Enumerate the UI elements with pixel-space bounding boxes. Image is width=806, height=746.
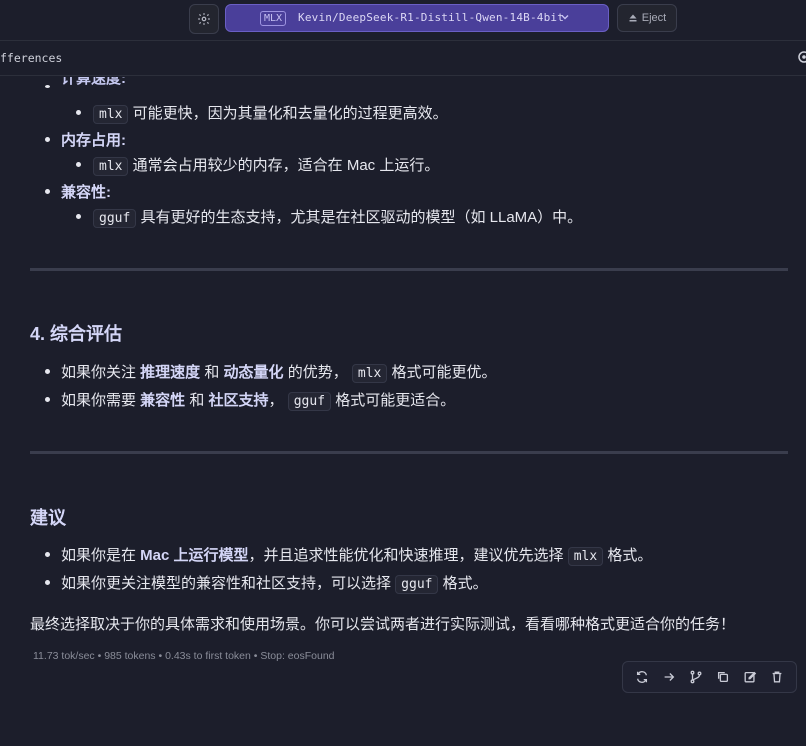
eject-label: Eject <box>641 12 667 24</box>
conclusion-text: 最终选择取决于你的具体需求和使用场景。你可以尝试两者进行实际测试，看看哪种格式更… <box>30 616 736 633</box>
edit-button[interactable] <box>740 667 760 687</box>
bullet <box>45 85 50 88</box>
settings-icon[interactable] <box>797 50 806 64</box>
bullet <box>45 369 50 374</box>
bullet <box>45 397 50 402</box>
clipped-heading: 计算速度: <box>61 77 126 87</box>
sub-bar: fferences <box>0 40 806 76</box>
list-item: mlx 可能更快，因为其量化和去量化的过程更高效。 <box>93 102 448 124</box>
inline-code: gguf <box>395 575 439 594</box>
list-item-label: 内存占用: <box>61 132 126 149</box>
list-item: 如果你关注 推理速度 和 动态量化 的优势， mlx 格式可能更优。 <box>61 364 497 383</box>
gear-icon <box>198 13 210 25</box>
bullet <box>45 189 50 194</box>
edit-icon <box>744 671 756 683</box>
model-name: Kevin/DeepSeek-R1-Distill-Qwen-14B-4bit <box>298 11 565 24</box>
bullet <box>45 552 50 557</box>
bullet <box>45 580 50 585</box>
divider <box>30 268 788 271</box>
regenerate-button[interactable] <box>632 667 652 687</box>
branch-button[interactable] <box>686 667 706 687</box>
eject-icon <box>629 14 637 22</box>
bullet <box>45 137 50 142</box>
inline-code: mlx <box>351 364 388 383</box>
settings-button[interactable] <box>189 4 219 34</box>
chevron-down-icon <box>561 15 569 20</box>
copy-icon <box>717 671 728 683</box>
list-item-label: 兼容性: <box>61 184 111 201</box>
top-bar: MLX Kevin/DeepSeek-R1-Distill-Qwen-14B-4… <box>0 0 806 40</box>
divider <box>30 451 788 454</box>
continue-button[interactable] <box>659 667 679 687</box>
generation-stats: 11.73 tok/sec • 985 tokens • 0.43s to fi… <box>33 650 335 662</box>
preferences-tab[interactable]: fferences <box>0 51 62 65</box>
list-item: gguf 具有更好的生态支持，尤其是在社区驱动的模型（如 LLaMA）中。 <box>93 206 582 228</box>
inline-code: mlx <box>93 157 129 176</box>
list-item: 如果你是在 Mac 上运行模型，并且追求性能优化和快速推理，建议优先选择 mlx… <box>61 547 653 566</box>
arrow-right-icon <box>664 673 675 681</box>
refresh-icon <box>637 671 648 683</box>
bullet <box>76 162 81 167</box>
eject-button[interactable]: Eject <box>617 4 677 32</box>
list-item: mlx 通常会占用较少的内存，适合在 Mac 上运行。 <box>93 154 439 176</box>
section-heading: 4. 综合评估 <box>30 324 123 344</box>
bullet <box>76 214 81 219</box>
branch-icon <box>690 670 702 684</box>
message-actions <box>622 661 797 693</box>
inline-code: gguf <box>287 392 332 411</box>
inline-code: mlx <box>567 547 604 566</box>
trash-icon <box>772 671 781 683</box>
model-selector[interactable]: MLX Kevin/DeepSeek-R1-Distill-Qwen-14B-4… <box>225 4 609 32</box>
copy-button[interactable] <box>713 667 733 687</box>
section-heading: 建议 <box>30 508 66 528</box>
list-item: 如果你更关注模型的兼容性和社区支持，可以选择 gguf 格式。 <box>61 575 488 594</box>
inline-code: gguf <box>93 209 137 228</box>
model-format-badge: MLX <box>260 11 287 26</box>
bullet <box>76 110 81 115</box>
delete-button[interactable] <box>767 667 787 687</box>
inline-code: mlx <box>93 105 129 124</box>
list-item: 如果你需要 兼容性 和 社区支持， gguf 格式可能更适合。 <box>61 392 456 411</box>
